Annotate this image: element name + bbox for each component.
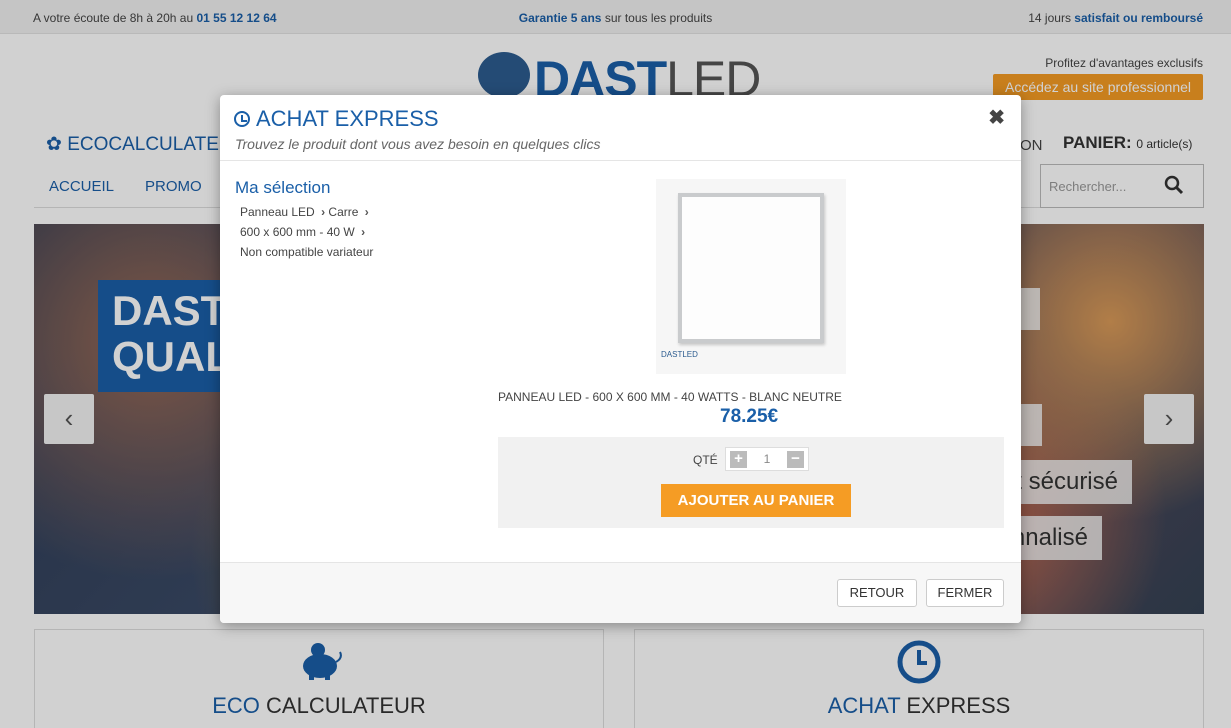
close-icon[interactable]: ✖ <box>988 105 1005 130</box>
modal-subtitle: Trouvez le produit dont vous avez besoin… <box>235 136 601 152</box>
clock-icon <box>234 111 250 127</box>
chevron-right-icon: › <box>321 205 326 219</box>
product-name: PANNEAU LED - 600 X 600 MM - 40 WATTS - … <box>498 390 842 404</box>
purchase-box: QTÉ 1 + − AJOUTER AU PANIER <box>498 437 1004 528</box>
minus-icon[interactable]: − <box>787 451 804 468</box>
add-to-cart-button[interactable]: AJOUTER AU PANIER <box>661 484 851 517</box>
chevron-right-icon: › <box>364 205 369 219</box>
chevron-right-icon: › <box>361 225 366 239</box>
plus-icon[interactable]: + <box>730 451 747 468</box>
modal-footer: RETOUR FERMER <box>220 562 1021 623</box>
selection-size[interactable]: 600 x 600 mm - 40 W › <box>240 225 365 239</box>
close-button[interactable]: FERMER <box>926 579 1004 607</box>
modal-header: ACHAT EXPRESS Trouvez le produit dont vo… <box>220 95 1021 161</box>
product-price: 78.25€ <box>720 406 779 427</box>
selection-dimmer: Non compatible variateur <box>240 245 374 259</box>
quantity-label: QTÉ <box>693 453 718 467</box>
back-button[interactable]: RETOUR <box>837 579 917 607</box>
selection-title: Ma sélection <box>235 178 331 197</box>
product-brand: DASTLED <box>661 350 698 359</box>
modal-title: ACHAT EXPRESS <box>234 106 439 132</box>
product-image: DASTLED <box>656 179 846 374</box>
express-purchase-modal: ACHAT EXPRESS Trouvez le produit dont vo… <box>220 95 1021 623</box>
led-panel-image <box>678 193 824 343</box>
quantity-stepper: 1 + − <box>725 447 809 471</box>
selection-category[interactable]: Panneau LED › Carre › <box>240 205 369 219</box>
